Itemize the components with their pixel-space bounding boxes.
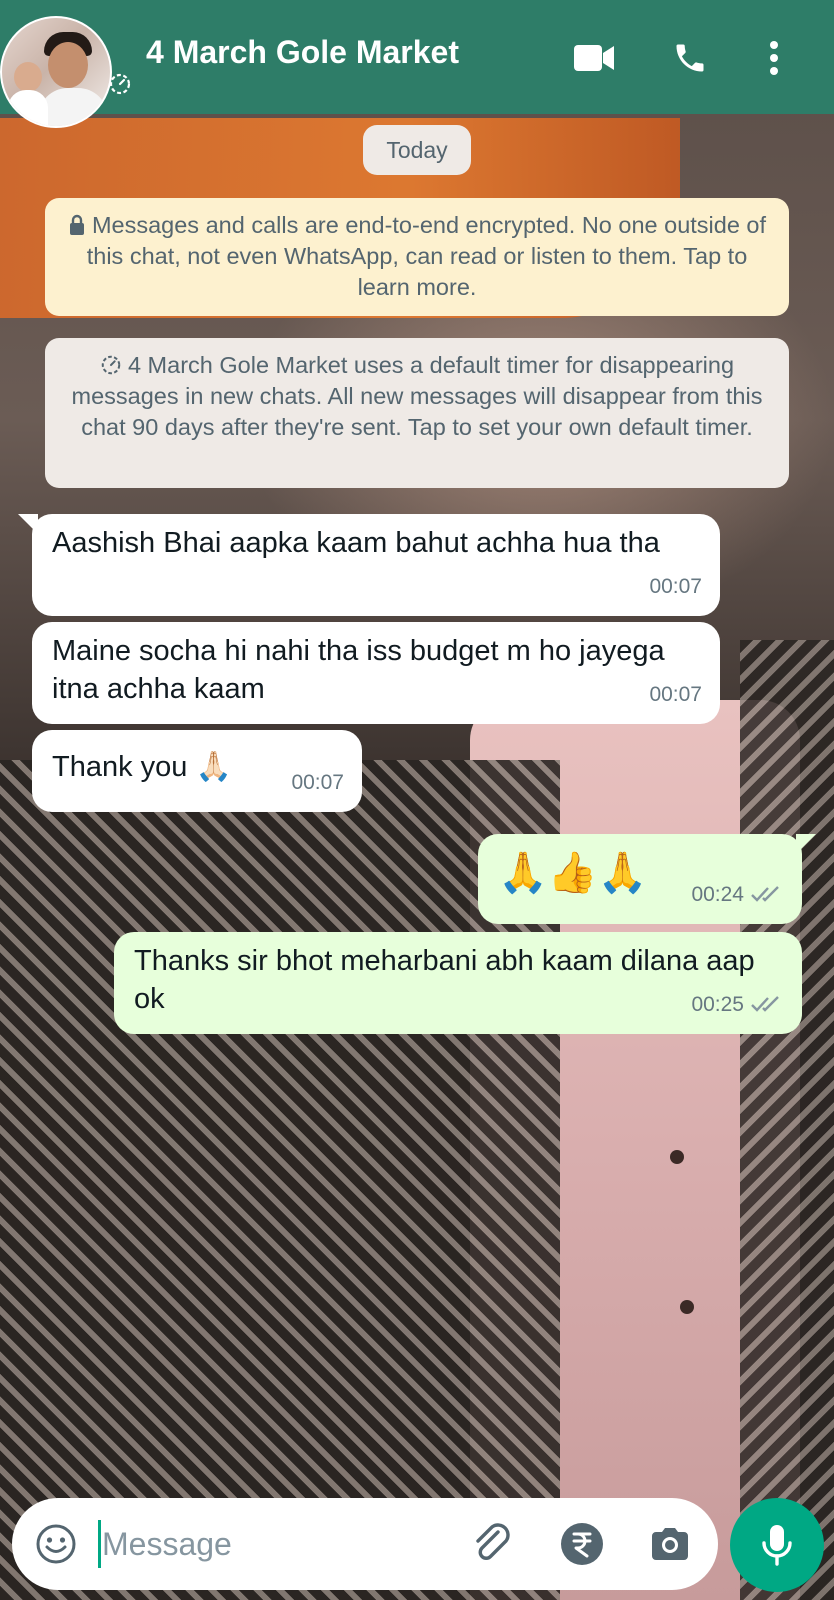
more-options-icon[interactable] — [752, 36, 796, 80]
wallpaper-jacket-shape — [0, 760, 560, 1600]
emoji-icon[interactable] — [34, 1522, 78, 1566]
voice-call-icon[interactable] — [668, 36, 712, 80]
avatar-photo-detail — [48, 42, 88, 88]
encryption-notice-text: Messages and calls are end-to-end encryp… — [86, 212, 767, 300]
text-cursor — [98, 1520, 101, 1568]
lock-icon — [69, 214, 84, 235]
message-bubble-incoming[interactable]: Maine socha hi nahi tha iss budget m ho … — [32, 622, 720, 724]
camera-icon[interactable] — [646, 1520, 694, 1568]
message-input[interactable] — [102, 1518, 432, 1570]
avatar-photo-detail — [8, 90, 48, 126]
rupee-icon[interactable] — [558, 1520, 606, 1568]
double-tick-icon — [751, 996, 779, 1012]
message-time: 00:25 — [691, 993, 744, 1016]
mic-icon — [762, 1525, 792, 1566]
message-time: 00:07 — [649, 575, 702, 598]
date-chip: Today — [363, 125, 471, 175]
chat-header: 4 March Gole Market — [0, 0, 834, 128]
message-text: Maine socha hi nahi tha iss budget m ho … — [52, 635, 665, 705]
disappearing-messages-notice[interactable]: 4 March Gole Market uses a default timer… — [45, 338, 789, 488]
message-composer — [12, 1498, 718, 1590]
disappearing-timer-icon — [109, 73, 131, 95]
message-bubble-incoming[interactable]: Aashish Bhai aapka kaam bahut achha hua … — [32, 514, 720, 616]
timer-icon — [101, 355, 121, 375]
wallpaper-shirt-button — [670, 1150, 684, 1164]
message-meta: 00:25 — [691, 986, 784, 1024]
encryption-notice[interactable]: Messages and calls are end-to-end encryp… — [45, 198, 789, 316]
message-bubble-outgoing[interactable]: Thanks sir bhot meharbani abh kaam dilan… — [114, 932, 802, 1034]
contact-avatar[interactable] — [0, 16, 112, 128]
attach-icon[interactable] — [468, 1520, 516, 1568]
wallpaper-jacket-shape — [740, 640, 834, 1600]
timer-notice-text: 4 March Gole Market uses a default timer… — [71, 352, 763, 440]
double-tick-icon — [751, 886, 779, 902]
message-text: Aashish Bhai aapka kaam bahut achha hua … — [52, 527, 660, 559]
message-time: 00:07 — [291, 771, 344, 794]
mic-button[interactable] — [730, 1498, 824, 1592]
wallpaper-shirt-button — [680, 1300, 694, 1314]
avatar-photo-detail — [38, 88, 108, 126]
avatar-photo-detail — [14, 62, 42, 92]
message-bubble-incoming[interactable]: Thank you 🙏🏻 00:07 — [32, 730, 362, 812]
message-meta: 00:24 — [691, 876, 784, 914]
contact-name[interactable]: 4 March Gole Market — [146, 34, 459, 71]
message-bubble-outgoing[interactable]: 🙏👍🙏 00:24 — [478, 834, 802, 924]
message-time: 00:07 — [649, 683, 702, 706]
message-time: 00:24 — [691, 883, 744, 906]
video-call-icon[interactable] — [572, 36, 616, 80]
message-text: Thanks sir bhot meharbani abh kaam dilan… — [134, 945, 755, 1015]
